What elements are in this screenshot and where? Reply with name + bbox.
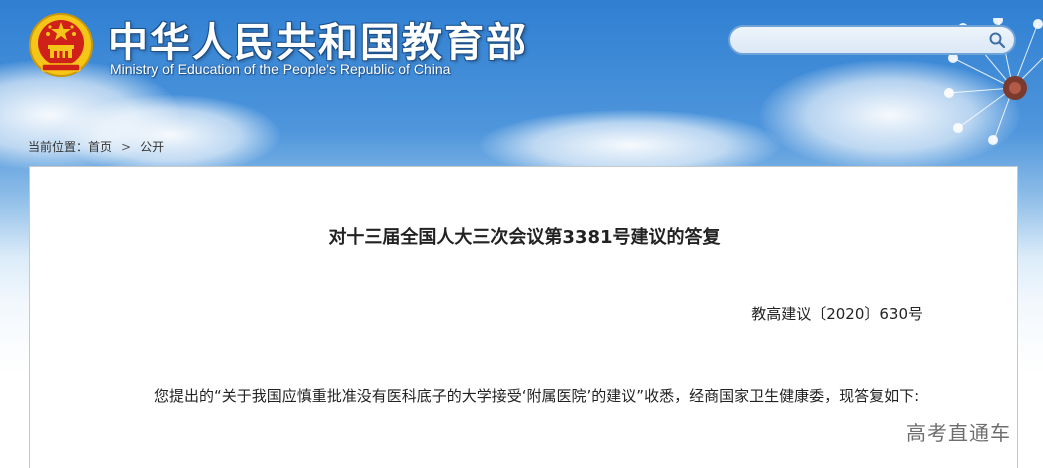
site-header: 中华人民共和国教育部 Ministry of Education of the … xyxy=(0,0,1043,130)
breadcrumb-current-link[interactable]: 公开 xyxy=(140,140,164,154)
breadcrumb-separator: > xyxy=(121,140,132,154)
breadcrumb-home-link[interactable]: 首页 xyxy=(88,140,112,154)
site-subtitle: Ministry of Education of the People's Re… xyxy=(110,61,451,77)
site-title[interactable]: 中华人民共和国教育部 xyxy=(108,10,528,68)
watermark-text: 高考直通车 xyxy=(906,421,1011,445)
breadcrumb-prefix: 当前位置： xyxy=(28,140,89,154)
search-icon[interactable] xyxy=(988,31,1006,49)
page: 中华人民共和国教育部 Ministry of Education of the … xyxy=(0,0,1043,468)
search-input[interactable] xyxy=(742,30,986,52)
article-title: 对十三届全国人大三次会议第3381号建议的答复 xyxy=(328,227,721,248)
article-paragraph: 您提出的“关于我国应慎重批准没有医科底子的大学接受‘附属医院’的建议”收悉，经商… xyxy=(154,387,920,405)
national-emblem-icon[interactable] xyxy=(28,12,94,78)
document-number: 教高建议〔2020〕630号 xyxy=(751,305,923,323)
search-box[interactable] xyxy=(728,25,1016,55)
breadcrumb: 当前位置：首页 > 公开 xyxy=(28,138,164,155)
article-panel: 对十三届全国人大三次会议第3381号建议的答复 教高建议〔2020〕630号 您… xyxy=(29,166,1018,468)
